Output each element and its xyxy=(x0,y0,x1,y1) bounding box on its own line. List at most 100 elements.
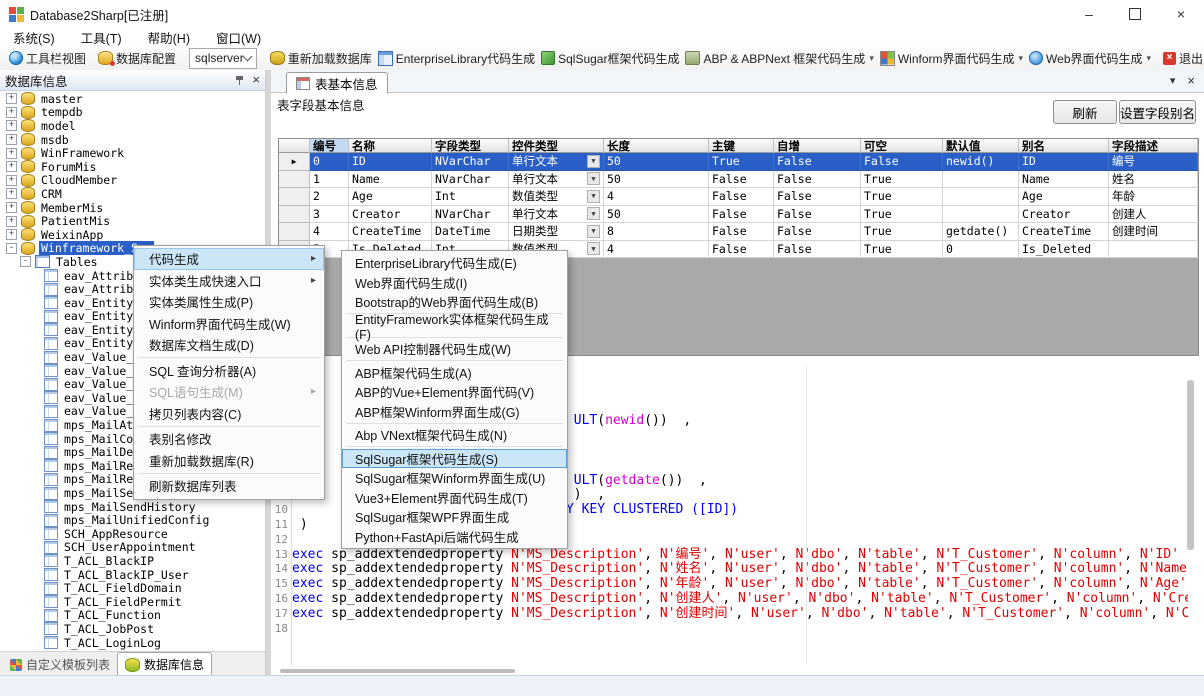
grid-cell[interactable] xyxy=(943,206,1019,224)
expander-icon[interactable]: + xyxy=(6,120,17,131)
grid-cell[interactable]: 50 xyxy=(604,153,709,171)
cell-dropdown-icon[interactable]: ▼ xyxy=(587,207,600,220)
expander-icon[interactable]: + xyxy=(6,216,17,227)
grid-cell[interactable]: 单行文本▼ xyxy=(509,171,604,189)
expander-icon[interactable]: + xyxy=(6,175,17,186)
menu-item[interactable]: ABP的Vue+Element界面代码(V) xyxy=(342,382,567,402)
tree-item[interactable]: SCH_UserAppointment xyxy=(0,541,265,555)
menu-item[interactable]: 拷贝列表内容(C) xyxy=(134,403,324,425)
column-header[interactable]: 控件类型 xyxy=(509,139,604,153)
grid-cell[interactable]: False xyxy=(774,223,861,241)
grid-cell[interactable]: True xyxy=(861,171,943,189)
menu-item[interactable]: EntityFramework实体框架代码生成(F) xyxy=(342,316,567,336)
expander-icon[interactable]: + xyxy=(6,202,17,213)
menu-item[interactable]: 实体类属性生成(P) xyxy=(134,291,324,313)
tree-item[interactable]: +CloudMember xyxy=(0,174,265,188)
tree-item[interactable]: SCH_AppResource xyxy=(0,527,265,541)
grid-cell[interactable]: 50 xyxy=(604,171,709,189)
grid-cell[interactable] xyxy=(1109,241,1198,259)
menu-window[interactable]: 窗口(W) xyxy=(203,28,274,47)
grid-cell[interactable]: True xyxy=(861,206,943,224)
row-selector[interactable] xyxy=(279,223,310,241)
grid-cell[interactable]: False xyxy=(774,206,861,224)
column-header[interactable]: 可空 xyxy=(861,139,943,153)
cell-dropdown-icon[interactable]: ▼ xyxy=(587,242,600,255)
grid-cell[interactable]: Creator xyxy=(1019,206,1109,224)
expander-icon[interactable]: + xyxy=(6,107,17,118)
tab-close-icon[interactable]: × xyxy=(1187,73,1195,88)
grid-cell[interactable]: CreateTime xyxy=(349,223,432,241)
grid-cell[interactable]: 4 xyxy=(310,223,349,241)
close-button[interactable]: × xyxy=(1158,0,1204,28)
grid-cell[interactable]: 姓名 xyxy=(1109,171,1198,189)
menu-item[interactable]: Abp VNext框架代码生成(N) xyxy=(342,425,567,445)
winform-gen-button[interactable]: Winform界面代码生成▾ xyxy=(877,49,1026,68)
db-type-select[interactable]: sqlserver xyxy=(189,48,257,69)
tab-database-info[interactable]: 数据库信息 xyxy=(117,652,212,676)
menu-system[interactable]: 系统(S) xyxy=(0,28,68,47)
grid-cell[interactable]: 年龄 xyxy=(1109,188,1198,206)
grid-cell[interactable]: 编号 xyxy=(1109,153,1198,171)
grid-cell[interactable]: 创建时间 xyxy=(1109,223,1198,241)
grid-cell[interactable]: ID xyxy=(349,153,432,171)
grid-cell[interactable]: 4 xyxy=(604,241,709,259)
menu-item[interactable]: 表别名修改 xyxy=(134,428,324,450)
grid-cell[interactable]: Creator xyxy=(349,206,432,224)
tree-item[interactable]: T_ACL_JobPost xyxy=(0,622,265,636)
pin-icon[interactable] xyxy=(235,75,244,86)
grid-cell[interactable]: False xyxy=(709,223,774,241)
grid-cell[interactable]: 单行文本▼ xyxy=(509,153,604,171)
grid-cell[interactable]: Name xyxy=(1019,171,1109,189)
menu-item[interactable]: Web API控制器代码生成(W) xyxy=(342,339,567,359)
column-header[interactable]: 名称 xyxy=(349,139,432,153)
set-field-alias-button[interactable]: 设置字段别名 xyxy=(1119,100,1196,124)
db-config-button[interactable]: 数据库配置 xyxy=(95,49,179,68)
grid-cell[interactable]: False xyxy=(709,206,774,224)
menu-item[interactable]: ABP框架Winform界面生成(G) xyxy=(342,402,567,422)
grid-cell[interactable]: 3 xyxy=(310,206,349,224)
grid-cell[interactable]: 2 xyxy=(310,188,349,206)
grid-cell[interactable]: False xyxy=(709,171,774,189)
grid-cell[interactable]: False xyxy=(774,241,861,259)
grid-cell[interactable]: NVarChar xyxy=(432,206,509,224)
menu-item[interactable]: Web界面代码生成(I) xyxy=(342,273,567,293)
menu-item[interactable]: 重新加载数据库(R) xyxy=(134,450,324,472)
reload-db-button[interactable]: 重新加载数据库 xyxy=(267,49,375,68)
grid-cell[interactable]: 创建人 xyxy=(1109,206,1198,224)
enterpriselibrary-gen-button[interactable]: EnterpriseLibrary代码生成 xyxy=(375,49,538,68)
expander-icon[interactable]: + xyxy=(6,148,17,159)
menu-item[interactable]: 代码生成▸ xyxy=(134,248,324,270)
menu-item[interactable]: Vue3+Element界面代码生成(T) xyxy=(342,488,567,508)
grid-cell[interactable]: 单行文本▼ xyxy=(509,206,604,224)
expander-icon[interactable]: + xyxy=(6,188,17,199)
grid-cell[interactable]: 0 xyxy=(310,153,349,171)
expander-icon[interactable]: + xyxy=(6,134,17,145)
menu-item[interactable]: SqlSugar框架代码生成(S) xyxy=(342,449,567,469)
tree-item[interactable]: T_ACL_Function xyxy=(0,609,265,623)
tree-item[interactable]: T_ACL_BlackIP_User xyxy=(0,568,265,582)
panel-close-button[interactable]: × xyxy=(252,74,260,86)
grid-cell[interactable]: True xyxy=(861,241,943,259)
menu-item[interactable]: EnterpriseLibrary代码生成(E) xyxy=(342,253,567,273)
grid-cell[interactable]: 4 xyxy=(604,188,709,206)
cell-dropdown-icon[interactable]: ▼ xyxy=(587,155,600,168)
grid-cell[interactable]: True xyxy=(709,153,774,171)
column-header[interactable]: 长度 xyxy=(604,139,709,153)
grid-cell[interactable]: CreateTime xyxy=(1019,223,1109,241)
tree-item[interactable]: mps_MailSendHistory xyxy=(0,500,265,514)
expander-icon[interactable]: + xyxy=(6,161,17,172)
grid-cell[interactable]: True xyxy=(861,223,943,241)
grid-cell[interactable]: 日期类型▼ xyxy=(509,223,604,241)
tree-item[interactable]: +MemberMis xyxy=(0,201,265,215)
tree-item[interactable]: T_ACL_FieldDomain xyxy=(0,581,265,595)
grid-cell[interactable]: False xyxy=(774,153,861,171)
column-header[interactable]: 自增 xyxy=(774,139,861,153)
column-header[interactable]: 主键 xyxy=(709,139,774,153)
grid-cell[interactable]: 8 xyxy=(604,223,709,241)
menu-item[interactable]: SqlSugar框架WPF界面生成 xyxy=(342,507,567,527)
grid-cell[interactable]: False xyxy=(774,188,861,206)
tree-item[interactable]: T_ACL_LoginLog xyxy=(0,636,265,650)
cell-dropdown-icon[interactable]: ▼ xyxy=(587,225,600,238)
grid-cell[interactable]: False xyxy=(709,241,774,259)
menu-item[interactable]: ABP框架代码生成(A) xyxy=(342,363,567,383)
